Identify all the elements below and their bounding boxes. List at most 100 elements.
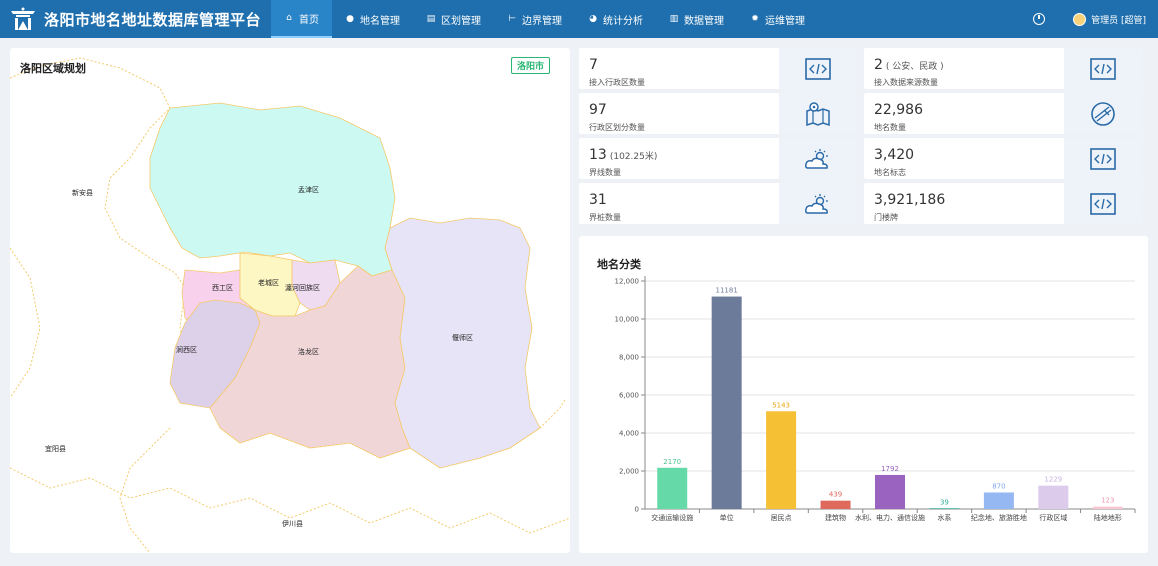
main-nav: ⌂ 首页 ● 地名管理 ▤ 区划管理 ⊢ 边界管理 ◕ 统计分析 ▥ 数据管理 ✹ 运维管理 (271, 0, 818, 38)
bar (657, 467, 688, 509)
bar-value-label: 11181 (716, 287, 738, 295)
stat-number: 3,420 (874, 147, 915, 163)
city-badge[interactable]: 洛阳市 (510, 57, 550, 74)
app-title: 洛阳市地名地址数据库管理平台 (44, 10, 262, 29)
x-tick-label: 陆地地形 (1094, 513, 1122, 522)
nav-item-0[interactable]: ⌂ 首页 (271, 0, 333, 38)
stat-value: 31 (589, 192, 607, 208)
nav-item-label: 边界管理 (522, 15, 563, 27)
top-navigation-bar: 洛阳市地名地址数据库管理平台 ⌂ 首页 ● 地名管理 ▤ 区划管理 ⊢ 边界管理 ◕ 统计分析 ▥ 数… (0, 0, 1158, 38)
nav-item-5[interactable]: ▥ 数据管理 (656, 0, 737, 38)
bar (820, 500, 851, 509)
bar-value-label: 5143 (772, 401, 790, 409)
stat-extra: ( 公安、民政 ) (885, 62, 944, 72)
stat-card[interactable]: 97 行政区划分数量 (579, 93, 857, 134)
nav-item-2[interactable]: ▤ 区划管理 (413, 0, 494, 38)
weather-icon (779, 138, 857, 179)
avatar[interactable] (1073, 12, 1087, 26)
nav-item-6[interactable]: ✹ 运维管理 (737, 0, 818, 38)
x-tick-label: 交通运输设施 (651, 513, 693, 522)
stat-value: 7 (589, 57, 598, 73)
y-tick-label: 8,000 (619, 354, 639, 362)
stat-card[interactable]: 22,986 地名数量 (864, 93, 1142, 134)
app-logo-icon (8, 4, 38, 34)
stat-card[interactable]: 13 (102.25米) 界线数量 (579, 138, 857, 179)
bar (875, 474, 905, 509)
bar-value-label: 439 (829, 491, 842, 499)
stat-number: 3,921,186 (874, 192, 946, 208)
x-tick-label: 居民点 (771, 514, 792, 522)
home-icon: ⌂ (286, 13, 292, 23)
stat-value: 3,921,186 (874, 192, 945, 208)
stat-label: 行政区划分数量 (589, 123, 645, 132)
region-mengjin (149, 102, 396, 277)
region-yanshi (384, 217, 541, 469)
stat-label: 接入数据来源数量 (874, 78, 938, 87)
map-label-yiyang: 宜阳县 (45, 445, 66, 453)
x-tick-label: 水系 (937, 513, 951, 522)
bar-value-label: 1229 (1044, 476, 1062, 484)
stat-card[interactable]: 3,420 地名标志 (864, 138, 1142, 179)
nav-item-1[interactable]: ● 地名管理 (332, 0, 413, 38)
stat-value: 13 (102.25米) (589, 147, 657, 163)
gear-icon: ✹ (751, 14, 759, 24)
code-icon (1064, 138, 1142, 179)
stat-label: 门楼牌 (874, 213, 898, 222)
stat-value: 2( 公安、民政 ) (874, 57, 944, 73)
bar-value-label: 1792 (881, 465, 899, 473)
stat-number: 97 (589, 102, 607, 118)
location-pin-icon: ● (346, 14, 354, 24)
y-tick-label: 12,000 (615, 278, 640, 286)
stat-number: 2 (874, 57, 883, 73)
map-label-yanshi: 偃师区 (452, 334, 473, 342)
bar-chart: 0 2,000 4,000 6,000 8,000 10,000 12,000 2170 交通运… (615, 276, 1136, 522)
nav-item-3[interactable]: ⊢ 边界管理 (494, 0, 575, 38)
pie-chart-icon: ◕ (589, 14, 597, 24)
stat-value: 3,420 (874, 147, 914, 163)
stat-card[interactable]: 2( 公安、民政 ) 接入数据来源数量 (864, 48, 1142, 89)
stat-value: 97 (589, 102, 607, 118)
stat-card[interactable]: 31 界桩数量 (579, 183, 857, 224)
stat-label: 地名标志 (874, 168, 906, 177)
bar (929, 508, 960, 509)
bar (1092, 506, 1123, 509)
place-name-category-chart-panel: 地名分类 0 2,000 4,000 6,000 8,000 10,000 12,000 21… (579, 236, 1148, 553)
map-label-mengjin: 孟津区 (298, 186, 319, 194)
stat-card[interactable]: 7 接入行政区数量 (579, 48, 857, 89)
bar-value-label: 2170 (663, 458, 681, 466)
stat-extra: (102.25米) (609, 152, 658, 162)
compass-icon (1064, 93, 1142, 134)
x-tick-label: 纪念地、旅游胜地 (971, 513, 1027, 522)
nav-item-label: 数据管理 (684, 15, 725, 27)
bar (1038, 485, 1069, 509)
map-panel: 洛阳区域规划 洛阳市 新安县 孟津区 西工区 老城区 瀍河回族区 涧西区 洛龙区 偃师区 宜阳县… (10, 48, 570, 553)
x-tick-label: 建筑物 (825, 513, 846, 522)
map-label-yichuan: 伊川县 (282, 520, 303, 528)
stat-number: 31 (589, 192, 607, 208)
map-yiyang-border (119, 427, 171, 553)
bar-value-label: 39 (940, 498, 949, 506)
clock-icon[interactable] (1033, 13, 1046, 25)
nav-item-label: 运维管理 (765, 15, 806, 27)
stat-value: 22,986 (874, 102, 923, 118)
nav-item-label: 地名管理 (360, 15, 401, 27)
stat-label: 地名数量 (874, 123, 906, 132)
x-tick-label: 单位 (720, 513, 734, 522)
map-icon: ▤ (426, 14, 436, 24)
stat-card[interactable]: 3,921,186 门楼牌 (864, 183, 1142, 224)
map-west-border (10, 247, 41, 399)
map-label-xigong: 西工区 (212, 284, 233, 292)
map-label-chanhe: 瀍河回族区 (285, 284, 320, 292)
stat-number: 13 (589, 147, 607, 163)
bar (766, 411, 797, 509)
nav-item-label: 统计分析 (603, 15, 644, 27)
nav-item-label: 区划管理 (441, 15, 482, 27)
region-map[interactable] (10, 48, 570, 553)
y-tick-label: 4,000 (619, 430, 639, 438)
nav-item-4[interactable]: ◕ 统计分析 (575, 0, 656, 38)
bar (983, 492, 1014, 509)
code-icon (1064, 48, 1142, 89)
code-icon (779, 48, 857, 89)
user-name[interactable]: 管理员 [超管] (1091, 13, 1146, 26)
bar-value-label: 870 (992, 482, 1005, 490)
